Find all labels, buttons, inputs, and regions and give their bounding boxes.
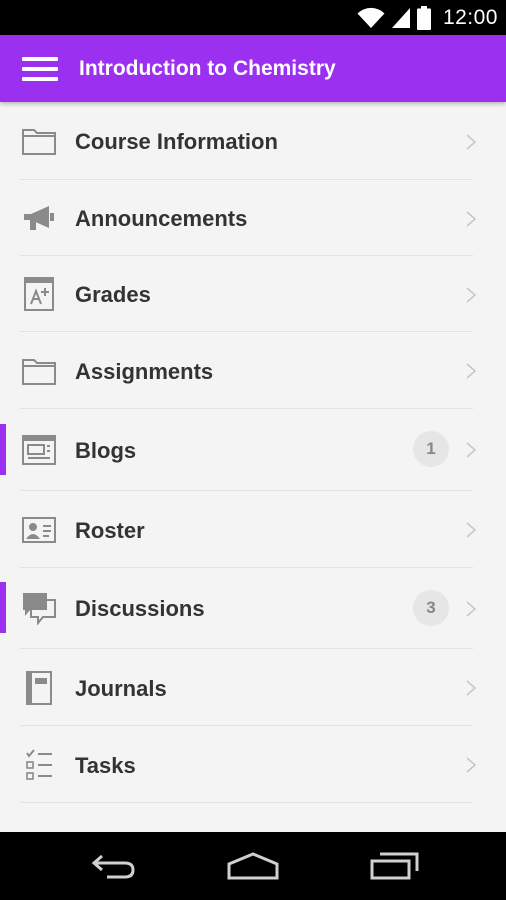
- chevron-right-icon: [466, 363, 477, 379]
- chevron-right-icon: [466, 680, 477, 696]
- status-bar: 12:00: [0, 0, 506, 35]
- menu-item-grades[interactable]: Grades: [0, 256, 506, 332]
- menu-item-announcements[interactable]: Announcements: [0, 180, 506, 256]
- menu-item-label: Announcements: [75, 206, 248, 231]
- active-indicator: [0, 424, 6, 475]
- menu-item-tasks[interactable]: Tasks: [0, 726, 506, 803]
- unread-count-badge: 3: [413, 590, 449, 626]
- discussion-bubbles-icon: [20, 589, 58, 627]
- journal-icon: [20, 669, 58, 707]
- active-indicator: [0, 582, 6, 633]
- menu-item-label: Tasks: [75, 753, 136, 778]
- menu-item-label: Discussions: [75, 596, 205, 621]
- status-icons: 12:00: [357, 4, 498, 31]
- unread-count-badge: 1: [413, 431, 449, 467]
- menu-item-blogs[interactable]: Blogs 1: [0, 409, 506, 491]
- menu-item-label: Journals: [75, 676, 167, 701]
- menu-item-label: Blogs: [75, 438, 137, 463]
- blog-icon: [20, 431, 58, 469]
- chevron-right-icon: [466, 757, 477, 773]
- hamburger-menu-icon[interactable]: [22, 57, 58, 81]
- page-title: Introduction to Chemistry: [79, 57, 336, 80]
- tasks-checklist-icon: [20, 746, 58, 784]
- menu-item-label: Assignments: [75, 359, 214, 384]
- chevron-right-icon: [466, 134, 477, 150]
- chevron-right-icon: [466, 442, 477, 458]
- chevron-right-icon: [466, 522, 477, 538]
- status-time: 12:00: [442, 5, 498, 29]
- home-icon[interactable]: [223, 846, 283, 886]
- back-icon[interactable]: [84, 846, 140, 886]
- wifi-icon: [357, 7, 385, 28]
- recent-apps-icon[interactable]: [366, 846, 422, 886]
- megaphone-icon: [20, 199, 58, 237]
- cell-signal-icon: [391, 7, 410, 28]
- chevron-right-icon: [466, 601, 477, 617]
- menu-item-label: Grades: [75, 282, 151, 307]
- course-menu-list: Course Information Announcements Grades …: [0, 102, 506, 832]
- menu-item-course-information[interactable]: Course Information: [0, 102, 506, 180]
- roster-card-icon: [20, 511, 58, 549]
- system-navigation-bar: [0, 832, 506, 900]
- chevron-right-icon: [466, 211, 477, 227]
- folder-icon: [20, 352, 58, 390]
- menu-item-label: Course Information: [75, 129, 278, 154]
- menu-item-label: Roster: [75, 518, 145, 543]
- grades-icon: [20, 275, 58, 313]
- menu-item-assignments[interactable]: Assignments: [0, 332, 506, 409]
- menu-item-roster[interactable]: Roster: [0, 491, 506, 568]
- menu-item-journals[interactable]: Journals: [0, 649, 506, 726]
- folder-icon: [20, 122, 58, 160]
- chevron-right-icon: [466, 287, 477, 303]
- app-bar: Introduction to Chemistry: [0, 35, 506, 102]
- battery-icon: [416, 5, 431, 30]
- menu-item-discussions[interactable]: Discussions 3: [0, 568, 506, 649]
